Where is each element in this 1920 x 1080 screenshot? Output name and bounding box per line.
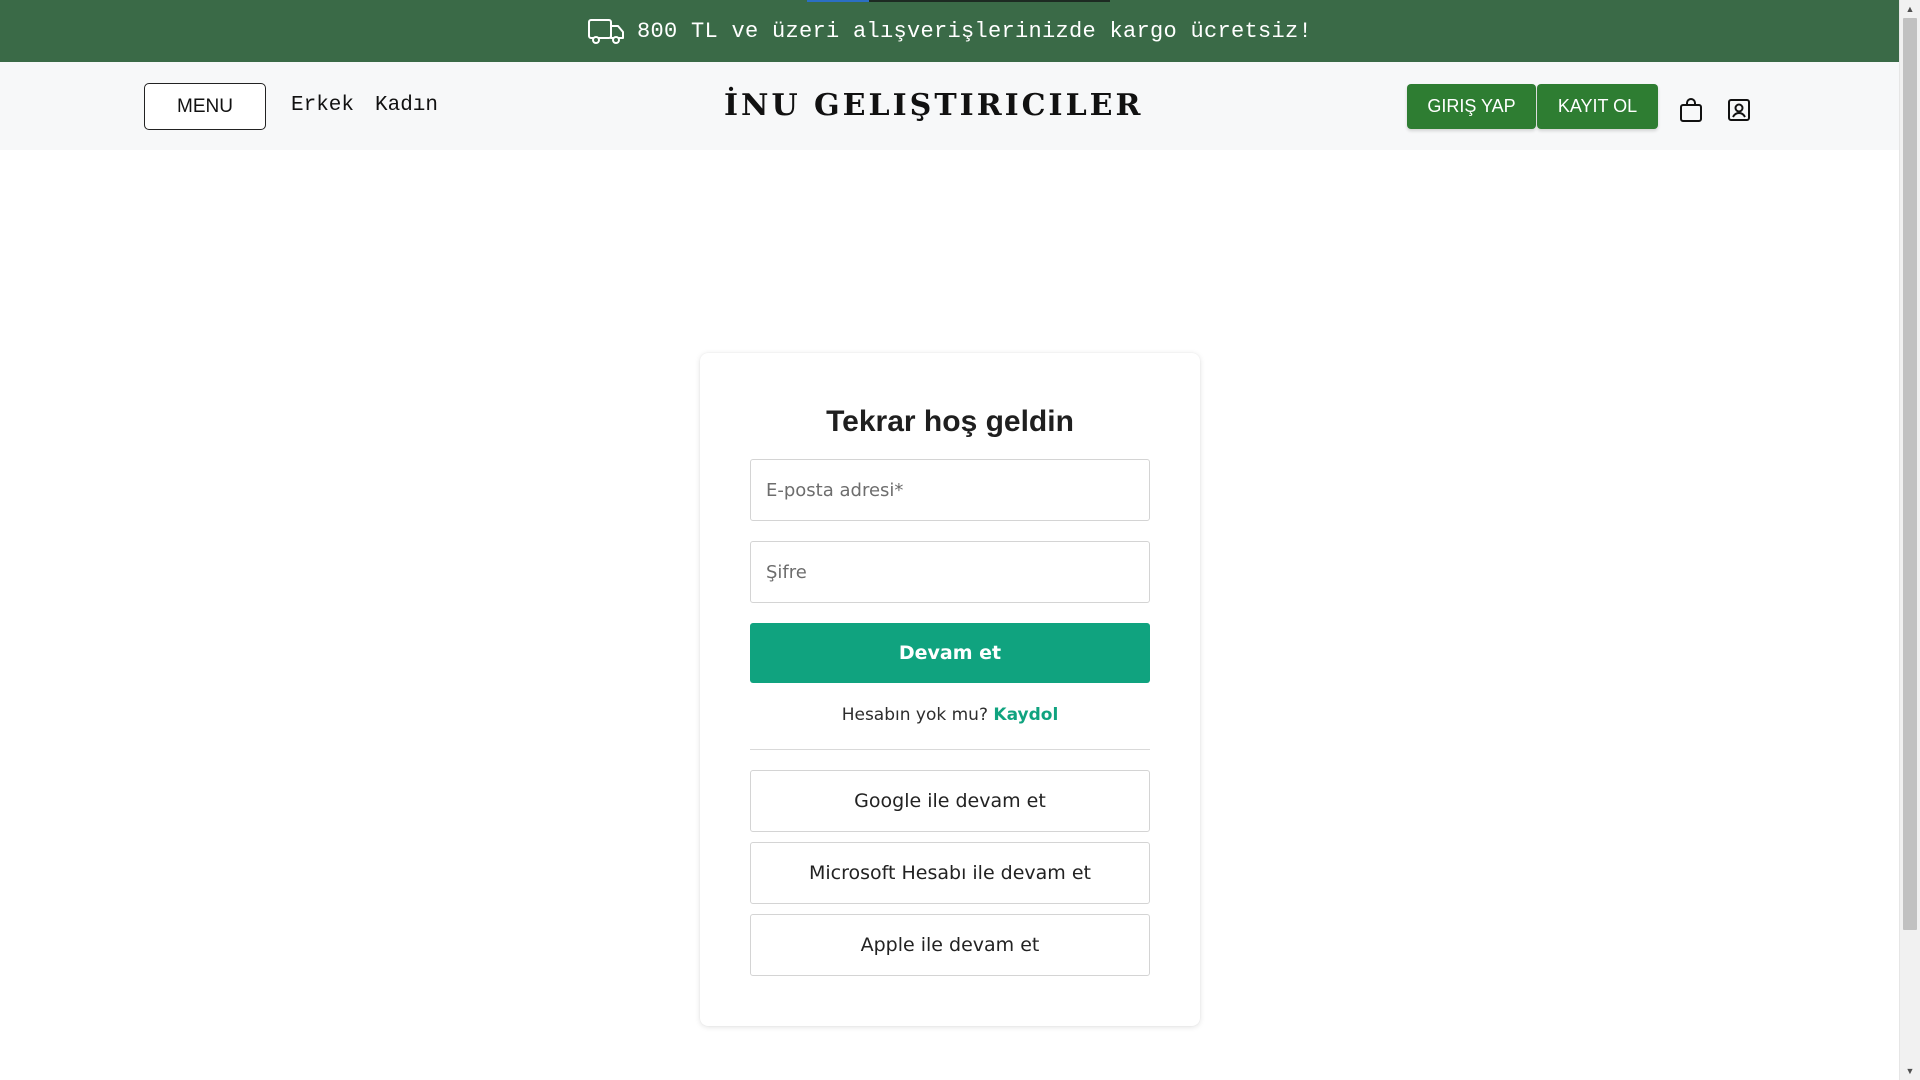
apple-login-button[interactable]: Apple ile devam et	[750, 914, 1150, 976]
no-account-text: Hesabın yok mu?	[841, 705, 988, 725]
signup-link[interactable]: Kaydol	[993, 705, 1058, 725]
menu-button[interactable]: MENU	[144, 83, 266, 130]
top-accent-line-blue	[807, 0, 869, 2]
shopping-bag-icon[interactable]	[1677, 96, 1705, 124]
profile-icon[interactable]	[1725, 96, 1753, 124]
vertical-scrollbar[interactable]: ▲ ▼	[1899, 0, 1920, 1080]
password-input[interactable]	[750, 541, 1150, 603]
site-header: MENU Erkek Kadın İNU GELIŞTIRICILER GIRI…	[0, 62, 1899, 150]
scroll-up-arrow-icon[interactable]: ▲	[1900, 0, 1920, 18]
register-button[interactable]: KAYIT OL	[1537, 84, 1658, 129]
nav-link-kadin[interactable]: Kadın	[375, 94, 438, 117]
nav-link-erkek[interactable]: Erkek	[291, 94, 354, 117]
brand-logo[interactable]: İNU GELIŞTIRICILER	[724, 88, 1143, 123]
divider	[750, 749, 1150, 750]
announcement-bar: 800 TL ve üzeri alışverişlerinizde kargo…	[0, 0, 1899, 62]
email-input[interactable]	[750, 459, 1150, 521]
truck-icon	[587, 16, 625, 46]
google-login-button[interactable]: Google ile devam et	[750, 770, 1150, 832]
signup-prompt: Hesabın yok mu? Kaydol	[700, 705, 1200, 725]
announcement-text: 800 TL ve üzeri alışverişlerinizde kargo…	[636, 18, 1313, 44]
scrollbar-thumb[interactable]	[1903, 18, 1917, 930]
scroll-down-arrow-icon[interactable]: ▼	[1900, 1062, 1920, 1080]
login-card: Tekrar hoş geldin Devam et Hesabın yok m…	[700, 353, 1200, 1026]
microsoft-login-button[interactable]: Microsoft Hesabı ile devam et	[750, 842, 1150, 904]
login-title: Tekrar hoş geldin	[826, 405, 1074, 438]
page: 800 TL ve üzeri alışverişlerinizde kargo…	[0, 0, 1899, 1080]
login-button[interactable]: GIRIŞ YAP	[1407, 84, 1536, 129]
continue-button[interactable]: Devam et	[750, 623, 1150, 683]
